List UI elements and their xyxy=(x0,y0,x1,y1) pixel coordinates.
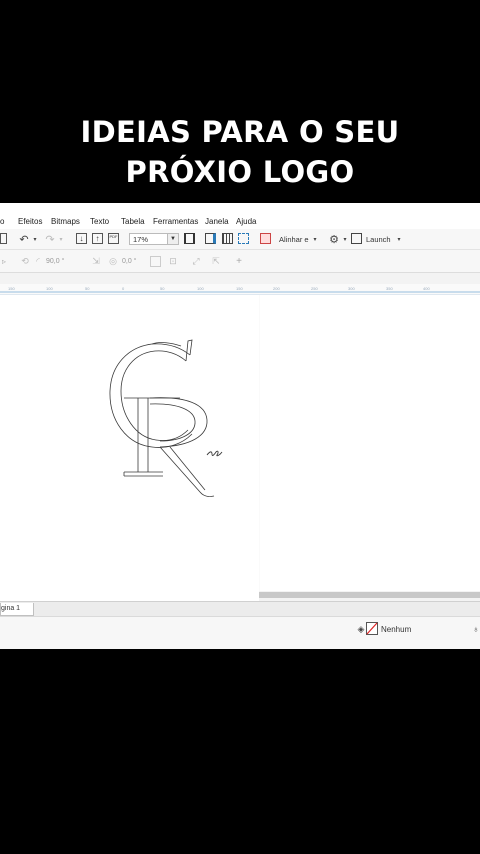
align-dropdown-icon[interactable]: ▾ xyxy=(311,233,319,245)
signature-mark xyxy=(206,450,223,457)
menu-item-efeitos[interactable]: Efeitos xyxy=(18,217,42,226)
undo-icon[interactable]: ↶ xyxy=(17,232,31,246)
skew-icon[interactable]: ◎ xyxy=(108,255,118,267)
redo-icon[interactable]: ↷ xyxy=(43,232,57,246)
letter-r-leg-inner xyxy=(169,446,206,491)
publish-pdf-icon[interactable]: PDF xyxy=(108,233,119,244)
object-origin-icon[interactable]: ▹ xyxy=(0,255,8,267)
import-icon[interactable]: ↓ xyxy=(76,233,87,244)
zoom-level-value: 17% xyxy=(133,235,149,244)
horizontal-ruler: 150 100 50 0 50 100 150 200 250 300 350 … xyxy=(0,284,480,295)
add-icon[interactable]: + xyxy=(234,255,244,267)
standard-toolbar: ↶ ▾ ↷ ▾ ↓ ↑ PDF 17% ▼ Alinhar e ▾ ⚙ ▾ La… xyxy=(0,229,480,250)
paste-icon[interactable] xyxy=(0,233,7,244)
menu-item-tabela[interactable]: Tabela xyxy=(121,217,145,226)
align-label[interactable]: Alinhar e xyxy=(279,235,309,244)
zoom-level-select[interactable]: 17% ▼ xyxy=(129,233,179,245)
drawing-canvas[interactable] xyxy=(0,295,480,601)
rotate-icon[interactable]: ⟲ xyxy=(20,255,30,267)
no-fill-swatch-icon[interactable] xyxy=(366,622,378,635)
letter-r-bowl-inner xyxy=(149,403,196,442)
menu-item-janela[interactable]: Janela xyxy=(205,217,229,226)
launch-label[interactable]: Launch xyxy=(366,235,391,244)
letter-c-outer xyxy=(109,343,193,448)
show-guidelines-icon[interactable] xyxy=(238,233,249,244)
menu-item-ferramentas[interactable]: Ferramentas xyxy=(153,217,198,226)
scale-icon[interactable]: ⤢ xyxy=(191,255,201,267)
ruler-guide-bar xyxy=(0,291,480,293)
arc-angle-icon[interactable]: ◜ xyxy=(33,255,43,267)
menu-bar: o Efeitos Bitmaps Texto Tabela Ferrament… xyxy=(0,203,480,229)
transform-icon[interactable]: ⇲ xyxy=(91,255,101,267)
letter-r-leg-outer xyxy=(159,446,215,497)
menu-item-ajuda[interactable]: Ajuda xyxy=(236,217,256,226)
transform-copy-icon[interactable]: ⇱ xyxy=(211,255,221,267)
tab-page-1[interactable]: gina 1 xyxy=(0,603,34,616)
headline-line-1: IDEIAS PARA O SEU xyxy=(80,115,400,149)
undo-dropdown-icon[interactable]: ▾ xyxy=(31,233,39,245)
angle-value[interactable]: 90,0 ° xyxy=(46,258,64,265)
options-dropdown-icon[interactable]: ▾ xyxy=(341,233,349,245)
rotation-value[interactable]: 0,0 ° xyxy=(122,258,136,265)
mirror-icon[interactable]: ⊡ xyxy=(168,255,178,267)
page-tabs-bar: gina 1 xyxy=(0,601,480,616)
menu-item-objeto[interactable]: o xyxy=(0,217,4,226)
menu-item-texto[interactable]: Texto xyxy=(90,217,109,226)
property-bar: ▹ ⟲ ◜ 90,0 ° ⇲ ◎ 0,0 ° ⊡ ⤢ ⇱ + xyxy=(0,250,480,273)
snap-to-icon[interactable] xyxy=(260,233,271,244)
letter-c-serif xyxy=(185,339,193,362)
show-rulers-icon[interactable] xyxy=(205,233,216,244)
lock-ratio-icon[interactable] xyxy=(150,256,161,267)
chevron-down-icon[interactable]: ▼ xyxy=(167,234,178,244)
fill-bucket-icon[interactable]: ◈ xyxy=(356,623,366,635)
export-icon[interactable]: ↑ xyxy=(92,233,103,244)
status-bar: ◈ Nenhum ♁ xyxy=(0,616,480,649)
gear-icon[interactable]: ⚙ xyxy=(327,232,341,246)
headline: IDEIAS PARA O SEU PRÓXIO LOGO xyxy=(0,112,480,192)
letter-c-inner xyxy=(120,350,189,441)
letter-r-bowl-outer xyxy=(149,397,208,448)
full-screen-icon[interactable] xyxy=(184,233,195,244)
fill-status-label: Nenhum xyxy=(381,625,412,634)
show-grid-icon[interactable] xyxy=(222,233,233,244)
menu-item-bitmaps[interactable]: Bitmaps xyxy=(51,217,80,226)
launch-icon[interactable] xyxy=(351,233,362,244)
coreldraw-window: o Efeitos Bitmaps Texto Tabela Ferrament… xyxy=(0,203,480,649)
horizontal-scrollbar[interactable] xyxy=(259,592,480,598)
logo-artwork[interactable] xyxy=(0,295,480,595)
headline-line-2: PRÓXIO LOGO xyxy=(125,155,355,189)
launch-dropdown-icon[interactable]: ▾ xyxy=(395,233,403,245)
outline-pen-icon[interactable]: ♁ xyxy=(472,623,480,635)
redo-dropdown-icon[interactable]: ▾ xyxy=(57,233,65,245)
